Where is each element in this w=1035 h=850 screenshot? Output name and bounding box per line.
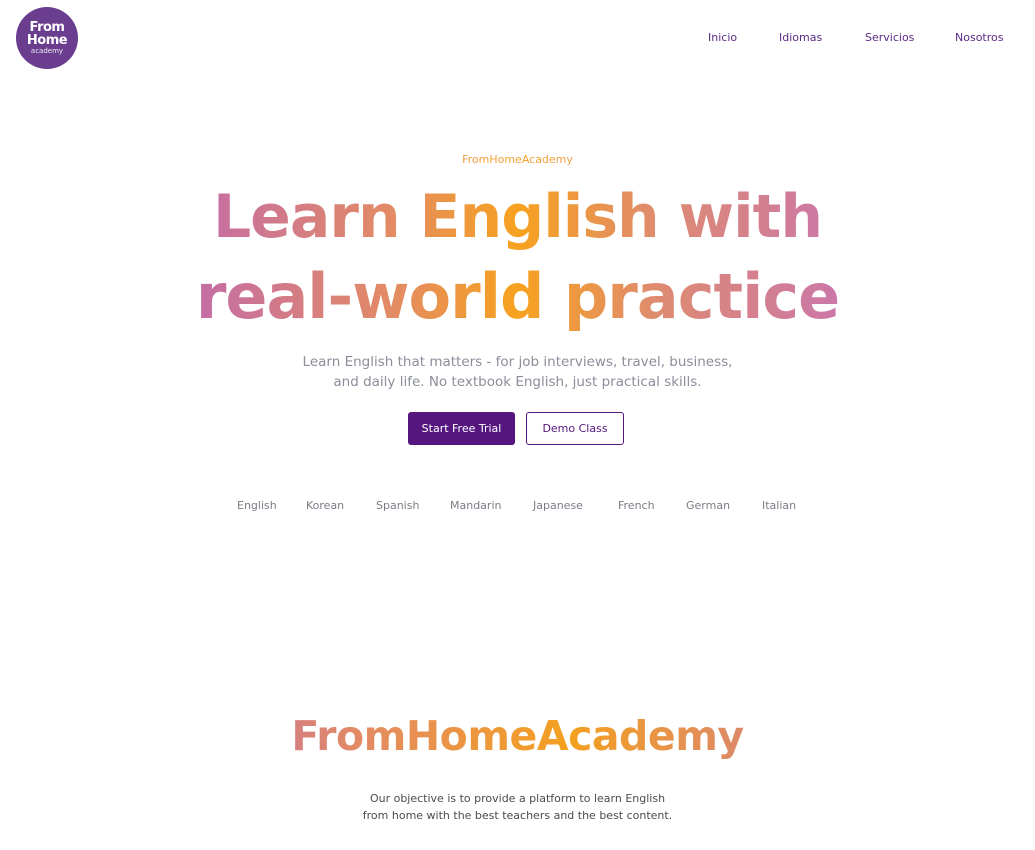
nav-link-servicios[interactable]: Servicios bbox=[865, 31, 914, 44]
language-italian[interactable]: Italian bbox=[762, 499, 796, 512]
nav-link-nosotros[interactable]: Nosotros bbox=[955, 31, 1003, 44]
about-text-line1: Our objective is to provide a platform t… bbox=[369, 792, 666, 805]
start-free-trial-button[interactable]: Start Free Trial bbox=[408, 412, 515, 445]
language-french[interactable]: French bbox=[618, 499, 655, 512]
about-text-line2: from home with the best teachers and the… bbox=[362, 809, 673, 822]
hero-subtitle-line1: Learn English that matters - for job int… bbox=[302, 354, 733, 370]
language-korean[interactable]: Korean bbox=[306, 499, 344, 512]
logo[interactable]: From Home academy bbox=[16, 7, 78, 69]
language-german[interactable]: German bbox=[686, 499, 730, 512]
language-mandarin[interactable]: Mandarin bbox=[450, 499, 501, 512]
about-text: Our objective is to provide a platform t… bbox=[0, 790, 1035, 824]
hero-eyebrow: FromHomeAcademy bbox=[0, 153, 1035, 166]
about-title: FromHomeAcademy bbox=[0, 712, 1035, 760]
hero-subtitle: Learn English that matters - for job int… bbox=[0, 352, 1035, 392]
language-english[interactable]: English bbox=[237, 499, 277, 512]
hero-headline-line1: Learn English with bbox=[0, 177, 1035, 257]
logo-text-home: Home bbox=[26, 33, 68, 48]
language-spanish[interactable]: Spanish bbox=[376, 499, 419, 512]
landing-page: From Home academy Inicio Idiomas Servici… bbox=[0, 0, 1035, 850]
logo-text-academy: academy bbox=[30, 47, 64, 55]
nav-link-idiomas[interactable]: Idiomas bbox=[779, 31, 822, 44]
hero-headline-line2: real-world practice bbox=[0, 257, 1035, 337]
hero-subtitle-line2: and daily life. No textbook English, jus… bbox=[333, 374, 702, 390]
demo-class-button[interactable]: Demo Class bbox=[526, 412, 624, 445]
nav-link-inicio[interactable]: Inicio bbox=[708, 31, 737, 44]
language-japanese[interactable]: Japanese bbox=[533, 499, 583, 512]
